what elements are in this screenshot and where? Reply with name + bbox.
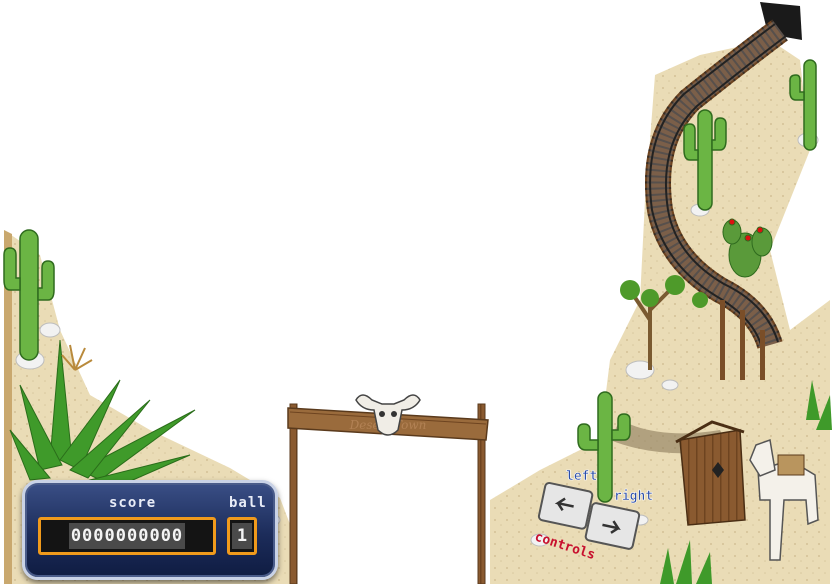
right-desert [490, 2, 832, 584]
score-display: 0000000000 [38, 517, 216, 555]
score-label: score [109, 495, 157, 511]
ball-label: ball [229, 495, 267, 511]
control-right-label: right [614, 489, 653, 504]
score-value: 0000000000 [68, 523, 186, 549]
control-left-label: left [566, 469, 597, 484]
ball-display: 1 [227, 517, 257, 555]
ranch-gate: Desert Town [287, 394, 489, 584]
ball-value: 1 [231, 523, 253, 549]
outhouse [675, 420, 746, 526]
score-panel: score ball 0000000000 1 [22, 480, 278, 580]
